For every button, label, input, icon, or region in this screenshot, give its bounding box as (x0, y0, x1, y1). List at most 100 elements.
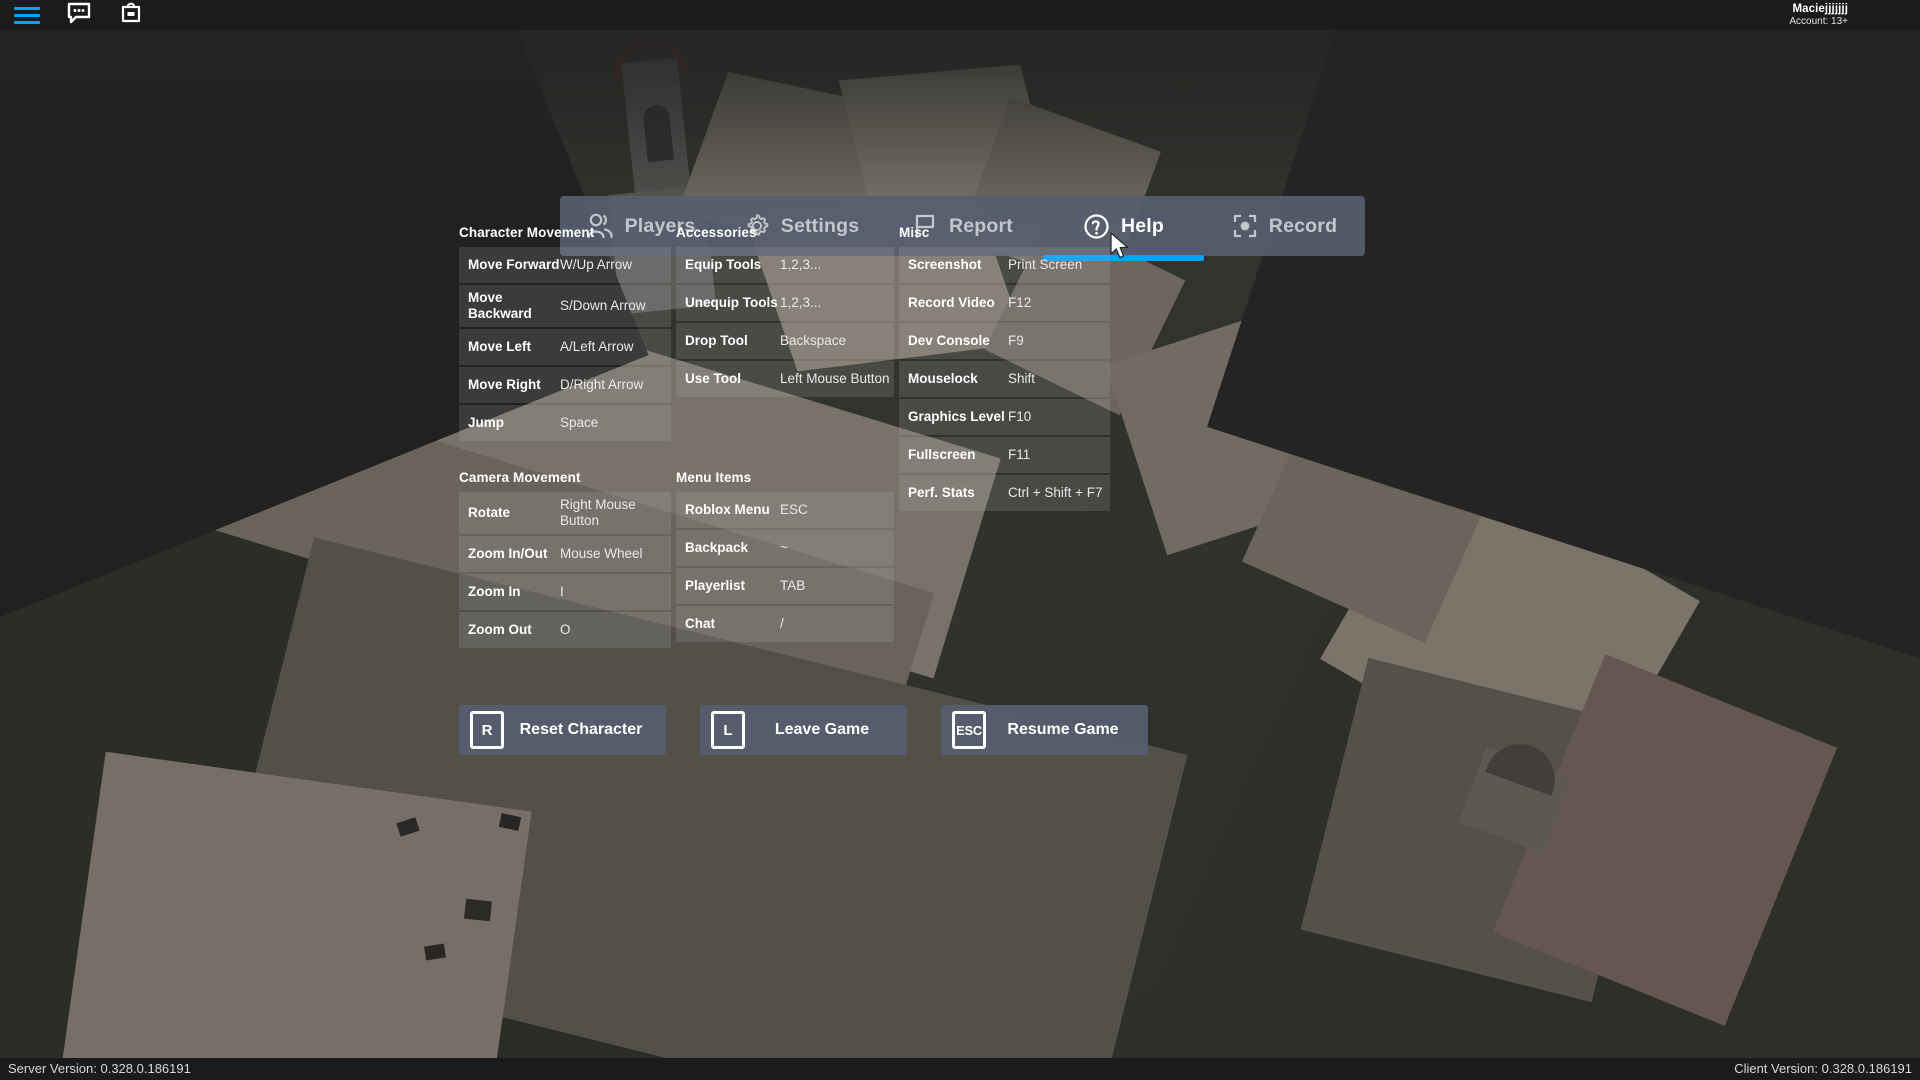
keybind-list: Rotate Right Mouse Button Zoom In/Out Mo… (459, 492, 671, 648)
keybind-action: Move Right (468, 376, 541, 392)
section-title: Character Movement (459, 225, 595, 240)
section-accessories: Accessories Equip Tools 1,2,3... Unequip… (676, 225, 894, 397)
keybind-row: Use Tool Left Mouse Button (676, 361, 894, 397)
keybind-value: D/Right Arrow (560, 376, 644, 392)
keybind-action: Chat (685, 616, 715, 632)
keybind-row: Chat / (676, 606, 894, 642)
keybind-action: Zoom In/Out (468, 545, 548, 561)
keybind-row: Mouselock Shift (899, 361, 1110, 397)
keybind-value: F9 (1008, 333, 1024, 349)
keybind-value: / (780, 616, 784, 632)
section-title: Camera Movement (459, 470, 581, 485)
keybind-value: Left Mouse Button (780, 371, 890, 387)
hamburger-icon (14, 6, 40, 24)
section-character-movement: Character Movement Move Forward W/Up Arr… (459, 225, 671, 441)
keybind-row: Jump Space (459, 404, 671, 441)
keybind-row: Graphics Level F10 (899, 399, 1110, 435)
keybind-value: S/Down Arrow (560, 297, 646, 313)
keybind-value: Print Screen (1008, 257, 1083, 273)
keybind-action: Fullscreen (908, 447, 976, 463)
keybind-action: Perf. Stats (908, 485, 975, 501)
keybind-value: Backspace (780, 333, 847, 349)
keybind-row: Playerlist TAB (676, 568, 894, 604)
keybind-row: Zoom In I (459, 573, 671, 610)
keybind-action: Rotate (468, 504, 511, 520)
reset-character-button[interactable]: R Reset Character (459, 705, 666, 755)
keybind-row: Record Video F12 (899, 285, 1110, 321)
keybind-row: Dev Console F9 (899, 323, 1110, 359)
top-bar-icon-group (0, 1, 144, 29)
keybind-row: Zoom Out O (459, 611, 671, 648)
section-title: Menu Items (676, 470, 752, 485)
keybind-value: Ctrl + Shift + F7 (1008, 485, 1103, 501)
keybind-row: Equip Tools 1,2,3... (676, 247, 894, 283)
keybind-row: Move Right D/Right Arrow (459, 366, 671, 403)
keybind-action: Drop Tool (685, 333, 748, 349)
tab-record-label: Record (1268, 214, 1338, 237)
keybind-value: A/Left Arrow (560, 338, 634, 354)
keybind-value: Space (560, 414, 599, 430)
section-menu-items: Menu Items Roblox Menu ESC Backpack ~ Pl… (676, 470, 894, 642)
account-info: Maciejjjjjjj Account: 13+ (1789, 3, 1920, 28)
keybind-row: Move Backward S/Down Arrow (459, 285, 671, 327)
resume-game-label: Resume Game (1007, 721, 1119, 738)
username-label: Maciejjjjjjj (1792, 2, 1848, 15)
record-frame-icon (1232, 213, 1258, 239)
keybind-action: Equip Tools (685, 257, 762, 273)
keybind-action: Graphics Level (908, 409, 1005, 425)
keybind-action: Zoom Out (468, 621, 532, 637)
server-version-label: Server Version: 0.328.0.186191 (8, 1061, 191, 1076)
keybind-value: Shift (1008, 371, 1036, 387)
keybind-action: Move Left (468, 338, 532, 354)
section-title: Misc (899, 225, 930, 240)
keybind-value: F12 (1008, 295, 1032, 311)
keybind-action: Mouselock (908, 371, 978, 387)
keybind-action: Jump (468, 414, 505, 430)
section-misc: Misc Screenshot Print Screen Record Vide… (899, 225, 1110, 511)
leave-key-badge: L (711, 711, 745, 749)
menu-action-buttons: R Reset Character L Leave Game ESC Resum… (459, 705, 1148, 755)
keybind-row: Perf. Stats Ctrl + Shift + F7 (899, 475, 1110, 511)
keybind-action: Move Backward (468, 290, 532, 321)
reset-character-label: Reset Character (519, 721, 643, 738)
keybind-action: Unequip Tools (685, 295, 778, 311)
keybind-action: Backpack (685, 540, 749, 556)
keybind-action: Zoom In (468, 583, 521, 599)
hamburger-menu-button[interactable] (14, 3, 40, 27)
tab-help-label: Help (1120, 214, 1165, 237)
keybind-row: Rotate Right Mouse Button (459, 492, 671, 534)
keybind-action: Move Forward (468, 257, 560, 273)
keybind-action: Use Tool (685, 371, 742, 387)
keybind-list: Equip Tools 1,2,3... Unequip Tools 1,2,3… (676, 247, 894, 397)
account-age-label: Account: 13+ (1789, 16, 1848, 28)
section-title: Accessories (676, 225, 757, 240)
keybind-row: Drop Tool Backspace (676, 323, 894, 359)
keybind-row: Move Left A/Left Arrow (459, 328, 671, 365)
tab-record[interactable]: Record (1204, 196, 1365, 256)
keybind-row: Fullscreen F11 (899, 437, 1110, 473)
resume-game-button[interactable]: ESC Resume Game (941, 705, 1148, 755)
keybind-list: Roblox Menu ESC Backpack ~ Playerlist TA… (676, 492, 894, 642)
keybind-value: F10 (1008, 409, 1032, 425)
keybind-action: Screenshot (908, 257, 982, 273)
roblox-menu: Players Settings Report Help Record Char… (0, 0, 1920, 1080)
top-bar: Maciejjjjjjj Account: 13+ (0, 0, 1920, 30)
chat-button[interactable] (66, 2, 92, 27)
keybind-value: ESC (780, 502, 808, 518)
section-camera-movement: Camera Movement Rotate Right Mouse Butto… (459, 470, 671, 648)
keybind-row: Zoom In/Out Mouse Wheel (459, 535, 671, 572)
keybind-action: Playerlist (685, 578, 746, 594)
keybind-row: Unequip Tools 1,2,3... (676, 285, 894, 321)
keybind-value: TAB (780, 578, 806, 594)
keybind-row: Screenshot Print Screen (899, 247, 1110, 283)
client-version-label: Client Version: 0.328.0.186191 (1734, 1061, 1912, 1076)
keybind-value: O (560, 621, 571, 637)
bottom-status-bar: Server Version: 0.328.0.186191 Client Ve… (0, 1058, 1920, 1080)
keybind-value: I (560, 583, 564, 599)
leave-game-button[interactable]: L Leave Game (700, 705, 907, 755)
backpack-icon (120, 1, 142, 29)
keybind-action: Dev Console (908, 333, 990, 349)
backpack-button[interactable] (118, 1, 144, 29)
keybind-value: Right Mouse Button (560, 497, 636, 528)
keybind-value: F11 (1008, 447, 1031, 463)
